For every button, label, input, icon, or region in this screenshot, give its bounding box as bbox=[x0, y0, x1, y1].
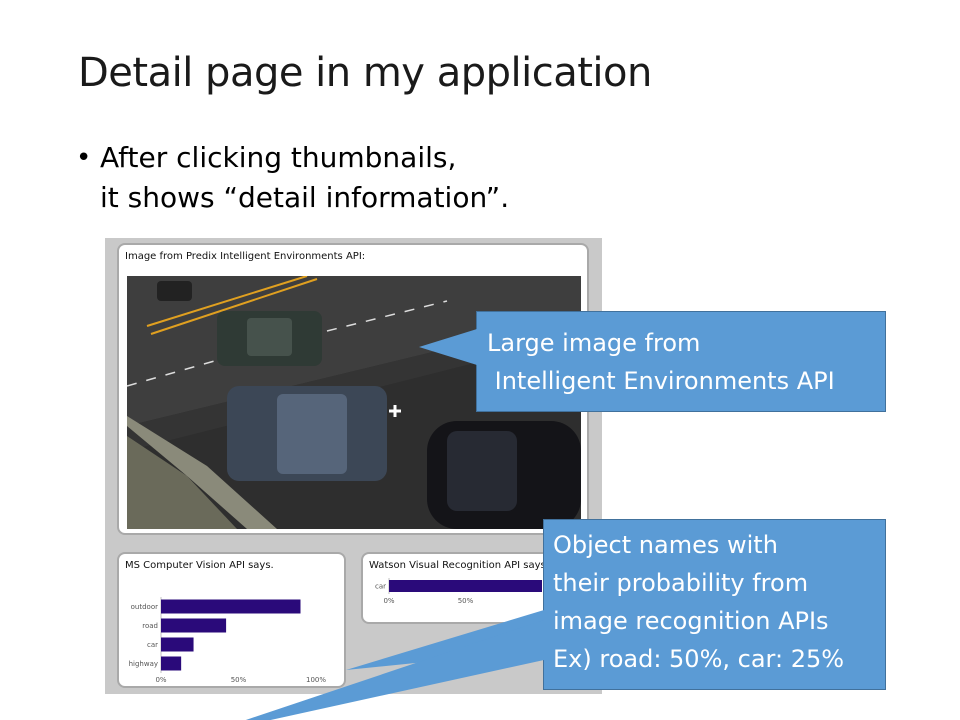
callout-line: their probability from bbox=[553, 569, 809, 597]
chart-bar bbox=[161, 618, 227, 633]
ms-bar-chart: outdoor road car highway 0% 50% 100% bbox=[129, 597, 326, 684]
chart-bar bbox=[161, 599, 301, 614]
chart-category-label: highway bbox=[129, 660, 158, 668]
callout-line: Large image from bbox=[487, 329, 701, 357]
bullet-text: After clicking thumbnails, it shows “det… bbox=[100, 138, 509, 218]
chart-category-label: car bbox=[147, 641, 158, 649]
chart-tick-label: 50% bbox=[231, 676, 247, 684]
chart-tick-label: 100% bbox=[306, 676, 326, 684]
bullet-dot: • bbox=[76, 143, 92, 173]
callout-pointer bbox=[245, 610, 544, 720]
callout-line: Ex) road: 50%, car: 25% bbox=[553, 645, 845, 673]
image-panel-title: Image from Predix Intelligent Environmen… bbox=[125, 251, 366, 262]
callout-line: Object names with bbox=[553, 531, 778, 559]
ms-vision-panel: MS Computer Vision API says. outdoor road… bbox=[117, 552, 346, 688]
chart-category-label: outdoor bbox=[131, 603, 158, 611]
bullet-line-2: it shows “detail information”. bbox=[100, 181, 510, 214]
chart-category-label: road bbox=[142, 622, 158, 630]
chart-bar bbox=[161, 637, 194, 652]
callout-pointer bbox=[419, 329, 477, 365]
slide-title: Detail page in my application bbox=[78, 50, 652, 96]
bullet-line-1: After clicking thumbnails, bbox=[100, 141, 457, 174]
chart-tick-label: 0% bbox=[155, 676, 166, 684]
callout-line: image recognition APIs bbox=[553, 607, 829, 635]
callout-object-names: Object names with their probability from… bbox=[245, 519, 886, 720]
chart-bar bbox=[161, 656, 182, 671]
callout-large-image: Large image from Intelligent Environment… bbox=[419, 311, 886, 412]
callout-line: Intelligent Environments API bbox=[487, 367, 835, 395]
